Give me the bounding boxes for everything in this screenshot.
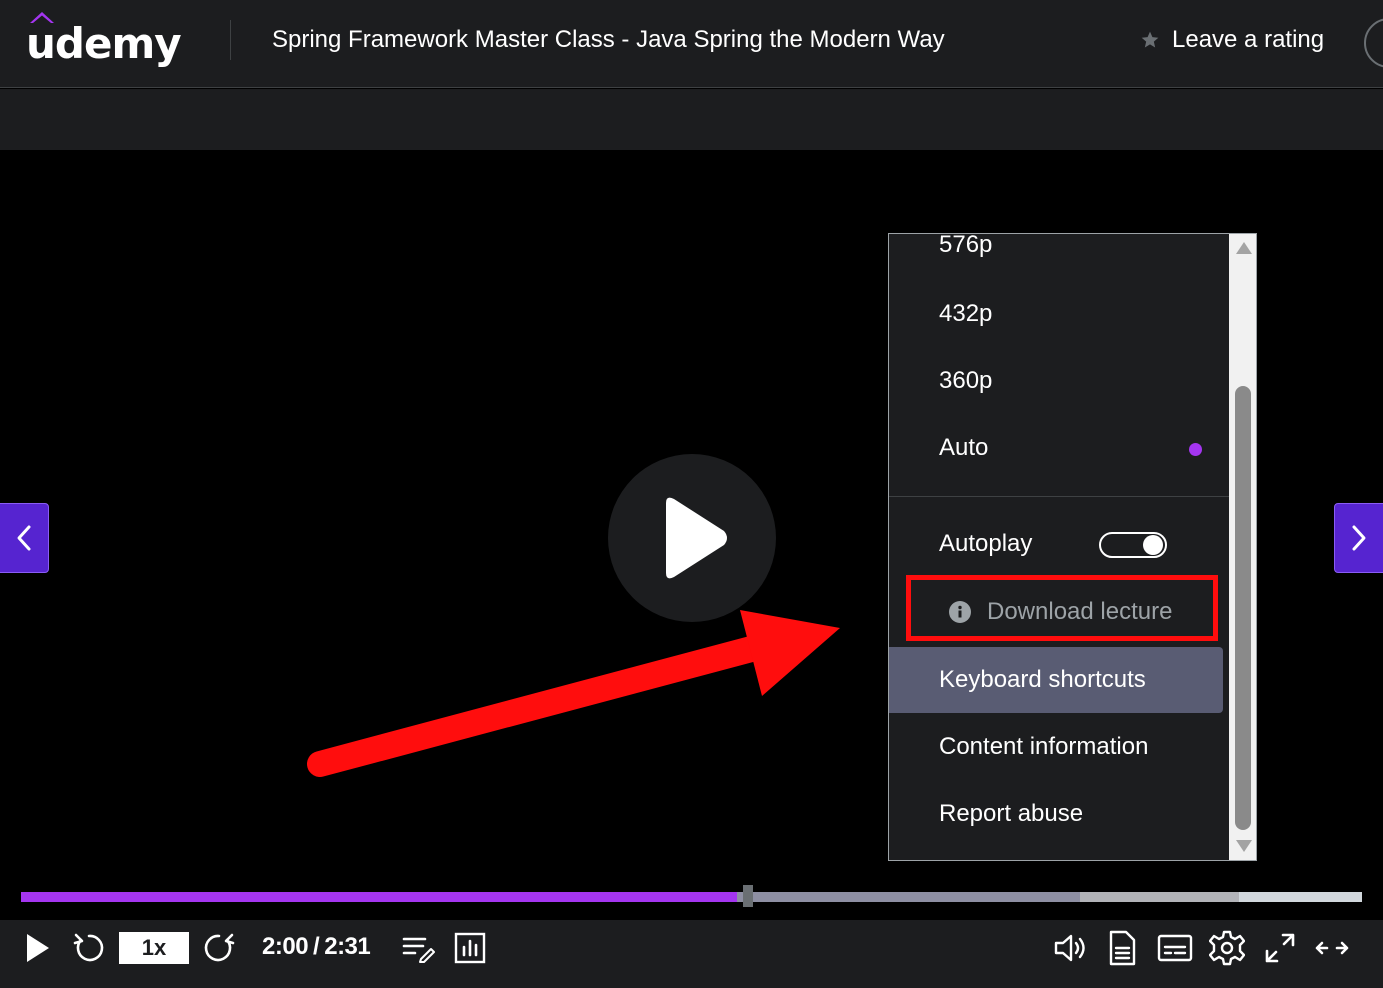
quality-option-576p[interactable]: 576p (889, 233, 1223, 278)
play-button[interactable] (20, 928, 54, 968)
sub-header-bar (0, 89, 1383, 150)
big-play-button[interactable] (608, 454, 776, 622)
logo-text: udemy (26, 19, 182, 68)
settings-menu: 576p 432p 360p Auto Autoplay Download le… (888, 233, 1257, 861)
quality-option-label: 360p (939, 367, 993, 394)
add-note-button[interactable] (400, 928, 436, 968)
fullscreen-button[interactable] (1262, 928, 1298, 968)
transcript-icon (1109, 930, 1136, 966)
current-time: 2:00 (262, 933, 309, 960)
keyboard-shortcuts-label: Keyboard shortcuts (939, 666, 1146, 693)
content-information-item[interactable]: Content information (889, 714, 1223, 780)
playback-speed-button[interactable]: 1x (119, 932, 189, 964)
scroll-up-arrow-icon[interactable] (1236, 242, 1252, 254)
fullscreen-icon (1265, 933, 1295, 963)
course-progress-ring[interactable] (1364, 18, 1383, 68)
menu-scrollbar[interactable] (1229, 234, 1256, 860)
time-display: 2:00/2:31 (262, 932, 371, 962)
scroll-down-arrow-icon[interactable] (1236, 840, 1252, 852)
stats-icon (454, 932, 486, 964)
udemy-logo[interactable]: udemy (26, 12, 191, 70)
notes-icon (402, 937, 435, 963)
captions-icon (1157, 934, 1193, 962)
content-information-label: Content information (939, 733, 1149, 760)
autoplay-label: Autoplay (939, 530, 1033, 557)
quality-option-label: Auto (939, 434, 989, 461)
toggle-knob (1143, 535, 1163, 555)
rating-label: Leave a rating (1172, 26, 1325, 53)
star-icon (1141, 31, 1159, 48)
settings-button[interactable] (1208, 928, 1246, 968)
expand-icon (1315, 941, 1349, 955)
stats-button[interactable] (452, 928, 488, 968)
header: udemy Spring Framework Master Class - Ja… (0, 0, 1383, 88)
seek-handle[interactable] (743, 885, 754, 907)
keyboard-shortcuts-item[interactable]: Keyboard shortcuts (889, 647, 1223, 713)
autoplay-item: Autoplay (889, 511, 1223, 577)
report-abuse-label: Report abuse (939, 800, 1084, 827)
play-icon (666, 497, 727, 579)
forward-5-button[interactable] (200, 928, 238, 968)
forward-icon (204, 933, 235, 962)
autoplay-toggle[interactable] (1099, 532, 1167, 558)
transcript-button[interactable] (1104, 928, 1140, 968)
annotation-arrow (307, 610, 840, 777)
selected-indicator-dot (1189, 443, 1202, 456)
next-lecture-button[interactable] (1334, 503, 1383, 573)
quality-option-auto[interactable]: Auto (889, 415, 1223, 481)
annotation-highlight-box (906, 575, 1218, 641)
seek-bar[interactable] (21, 885, 1362, 907)
quality-option-432p[interactable]: 432p (889, 281, 1223, 347)
report-abuse-item[interactable]: Report abuse (889, 781, 1223, 847)
previous-lecture-button[interactable] (0, 503, 49, 573)
course-title[interactable]: Spring Framework Master Class - Java Spr… (272, 26, 945, 54)
scroll-thumb[interactable] (1235, 386, 1251, 830)
chevron-right-icon (1352, 525, 1366, 551)
volume-icon (1054, 934, 1085, 962)
leave-rating-button[interactable]: Leave a rating (1140, 26, 1324, 54)
expand-button[interactable] (1312, 928, 1352, 968)
quality-option-label: 576p (939, 233, 993, 258)
rewind-icon (73, 933, 104, 962)
captions-button[interactable] (1156, 928, 1194, 968)
rewind-5-button[interactable] (70, 928, 108, 968)
quality-option-label: 432p (939, 300, 993, 327)
quality-option-360p[interactable]: 360p (889, 348, 1223, 414)
control-bar: 1x 2:00/2:31 (0, 920, 1383, 988)
play-icon (27, 934, 49, 962)
time-separator: / (313, 933, 320, 960)
seek-played (21, 892, 738, 902)
duration: 2:31 (324, 933, 371, 960)
chevron-left-icon (17, 525, 31, 551)
header-divider (230, 20, 231, 60)
menu-divider (889, 496, 1229, 497)
volume-button[interactable] (1052, 928, 1088, 968)
gear-icon (1209, 930, 1245, 966)
